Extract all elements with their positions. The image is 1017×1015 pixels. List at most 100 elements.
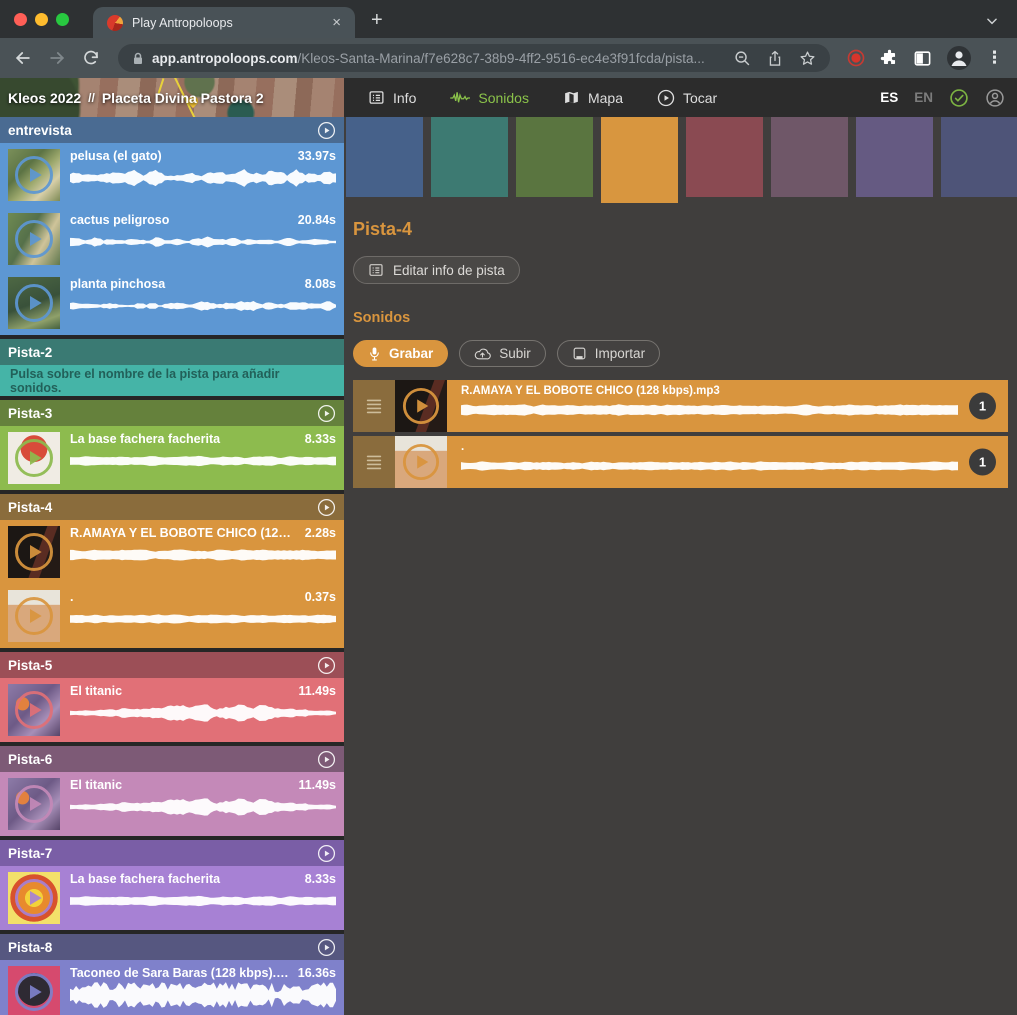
track-name: Pista-4 bbox=[8, 500, 317, 515]
audio-clip[interactable]: . 0.37s bbox=[0, 584, 344, 648]
sound-row[interactable]: . 1 bbox=[353, 436, 1008, 488]
track-header[interactable]: Pista-2 bbox=[0, 339, 344, 365]
star-icon[interactable] bbox=[799, 50, 816, 67]
clip-title: La base fachera facherita bbox=[70, 872, 297, 886]
lang-en[interactable]: EN bbox=[914, 90, 933, 105]
browser-tab[interactable]: Play Antropoloops × bbox=[93, 7, 355, 38]
import-icon bbox=[572, 346, 587, 361]
nav-item-sonidos[interactable]: Sonidos bbox=[438, 78, 541, 117]
track-swatch-6[interactable] bbox=[771, 117, 848, 197]
chevron-down-icon[interactable] bbox=[985, 14, 999, 28]
track-header[interactable]: Pista-5 bbox=[0, 652, 344, 678]
close-window-button[interactable] bbox=[14, 13, 27, 26]
side-panel-icon[interactable] bbox=[913, 49, 932, 68]
reload-icon[interactable] bbox=[76, 43, 106, 73]
upload-button[interactable]: Subir bbox=[459, 340, 546, 367]
sound-thumbnail[interactable] bbox=[395, 436, 447, 488]
waveform bbox=[70, 293, 336, 319]
sounds-heading: Sonidos bbox=[353, 310, 1017, 326]
sound-thumbnail[interactable] bbox=[395, 380, 447, 432]
record-button[interactable]: Grabar bbox=[353, 340, 448, 367]
audio-clip[interactable]: La base fachera facherita 8.33s bbox=[0, 426, 344, 490]
sound-actions: Grabar Subir Importar bbox=[353, 340, 1017, 367]
clip-title: R.AMAYA Y EL BOBOTE CHICO (128 kbps).... bbox=[70, 526, 297, 540]
audio-clip[interactable]: pelusa (el gato) 33.97s bbox=[0, 143, 344, 207]
share-icon[interactable] bbox=[767, 50, 783, 67]
track-play-button[interactable] bbox=[317, 404, 336, 423]
mic-icon bbox=[368, 346, 381, 362]
track-play-button[interactable] bbox=[317, 750, 336, 769]
audio-clip[interactable]: Taconeo de Sara Baras (128 kbps).mp3 16.… bbox=[0, 960, 344, 1015]
import-button[interactable]: Importar bbox=[557, 340, 660, 367]
clip-thumbnail[interactable] bbox=[8, 590, 60, 642]
zoom-out-icon[interactable] bbox=[734, 50, 751, 67]
sound-title: R.AMAYA Y EL BOBOTE CHICO (128 kbps).mp3 bbox=[461, 385, 958, 397]
track-header[interactable]: Pista-6 bbox=[0, 746, 344, 772]
sound-row[interactable]: R.AMAYA Y EL BOBOTE CHICO (128 kbps).mp3… bbox=[353, 380, 1008, 432]
breadcrumb-separator: // bbox=[88, 91, 95, 105]
clip-thumbnail[interactable] bbox=[8, 966, 60, 1015]
clip-duration: 20.84s bbox=[298, 213, 336, 227]
track-play-button[interactable] bbox=[317, 844, 336, 863]
clip-thumbnail[interactable] bbox=[8, 213, 60, 265]
extensions-icon[interactable] bbox=[880, 49, 899, 68]
close-tab-icon[interactable]: × bbox=[328, 13, 345, 32]
edit-track-info-button[interactable]: Editar info de pista bbox=[353, 256, 520, 284]
url-bar[interactable]: app.antropoloops.com/Kleos-Santa-Marina/… bbox=[118, 44, 830, 72]
account-icon[interactable] bbox=[985, 88, 1005, 108]
profile-icon[interactable] bbox=[946, 45, 972, 71]
zoom-window-button[interactable] bbox=[56, 13, 69, 26]
favicon bbox=[107, 15, 123, 31]
lang-es[interactable]: ES bbox=[880, 90, 898, 105]
track-section-pista-8: Pista-8 Taconeo de Sara Baras (128 kbps)… bbox=[0, 934, 344, 1015]
browser-tab-strip: Play Antropoloops × + bbox=[0, 0, 1017, 38]
track-play-button[interactable] bbox=[317, 121, 336, 140]
project-map-thumbnail[interactable]: Kleos 2022 // Placeta Divina Pastora 2 bbox=[0, 78, 344, 117]
menu-icon[interactable]: ⋮ bbox=[986, 48, 1003, 68]
clip-thumbnail[interactable] bbox=[8, 526, 60, 578]
record-icon[interactable] bbox=[846, 48, 866, 68]
track-header[interactable]: Pista-8 bbox=[0, 934, 344, 960]
clip-thumbnail[interactable] bbox=[8, 684, 60, 736]
track-swatch-8[interactable] bbox=[941, 117, 1017, 197]
audio-clip[interactable]: La base fachera facherita 8.33s bbox=[0, 866, 344, 930]
new-tab-button[interactable]: + bbox=[355, 9, 383, 38]
track-play-button[interactable] bbox=[317, 656, 336, 675]
clip-thumbnail[interactable] bbox=[8, 277, 60, 329]
check-circle-icon[interactable] bbox=[949, 88, 969, 108]
record-label: Grabar bbox=[389, 346, 433, 361]
audio-clip[interactable]: El titanic 11.49s bbox=[0, 678, 344, 742]
audio-clip[interactable]: R.AMAYA Y EL BOBOTE CHICO (128 kbps)....… bbox=[0, 520, 344, 584]
audio-clip[interactable]: cactus peligroso 20.84s bbox=[0, 207, 344, 271]
track-swatch-1[interactable] bbox=[346, 117, 423, 197]
track-header[interactable]: Pista-4 bbox=[0, 494, 344, 520]
audio-clip[interactable]: El titanic 11.49s bbox=[0, 772, 344, 836]
tracks-sidebar: entrevista pelusa (el gato) 33.97s bbox=[0, 117, 344, 1015]
track-swatch-7[interactable] bbox=[856, 117, 933, 197]
minimize-window-button[interactable] bbox=[35, 13, 48, 26]
back-icon[interactable] bbox=[8, 43, 38, 73]
clip-thumbnail[interactable] bbox=[8, 149, 60, 201]
drag-handle[interactable] bbox=[353, 436, 395, 488]
nav-item-tocar[interactable]: Tocar bbox=[645, 78, 729, 117]
clip-title: Taconeo de Sara Baras (128 kbps).mp3 bbox=[70, 966, 290, 980]
track-swatch-2[interactable] bbox=[431, 117, 508, 197]
audio-clip[interactable]: planta pinchosa 8.08s bbox=[0, 271, 344, 335]
track-header[interactable]: entrevista bbox=[0, 117, 344, 143]
import-label: Importar bbox=[595, 346, 645, 361]
track-header[interactable]: Pista-7 bbox=[0, 840, 344, 866]
track-play-button[interactable] bbox=[317, 938, 336, 957]
forward-icon[interactable] bbox=[42, 43, 72, 73]
track-swatch-4-selected[interactable] bbox=[601, 117, 678, 203]
track-swatch-3[interactable] bbox=[516, 117, 593, 197]
clip-thumbnail[interactable] bbox=[8, 778, 60, 830]
track-swatch-5[interactable] bbox=[686, 117, 763, 197]
track-play-button[interactable] bbox=[317, 498, 336, 517]
clip-thumbnail[interactable] bbox=[8, 872, 60, 924]
clip-thumbnail[interactable] bbox=[8, 432, 60, 484]
play-icon bbox=[402, 443, 440, 481]
drag-handle[interactable] bbox=[353, 380, 395, 432]
track-header[interactable]: Pista-3 bbox=[0, 400, 344, 426]
nav-item-info[interactable]: Info bbox=[356, 78, 428, 117]
nav-item-mapa[interactable]: Mapa bbox=[551, 78, 635, 117]
